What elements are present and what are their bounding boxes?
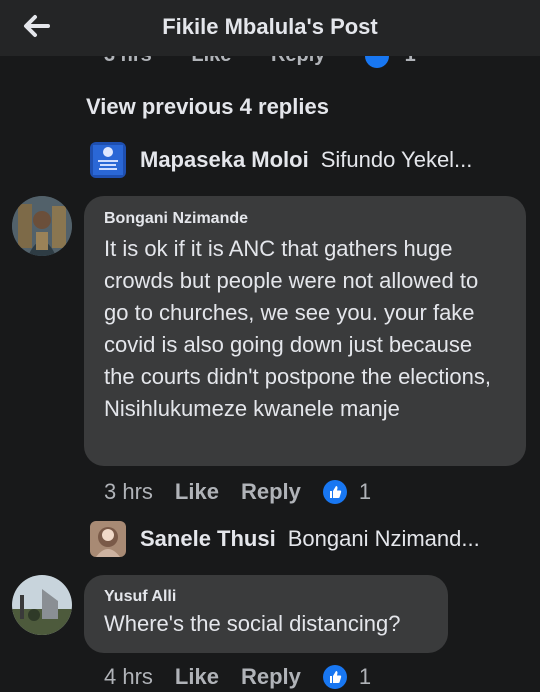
thumbs-up-icon (322, 665, 347, 689)
collapsed-reply[interactable]: Mapaseka Moloi Sifundo Yekel... (90, 140, 472, 180)
avatar[interactable] (12, 575, 72, 635)
comment-author[interactable]: Yusuf Alli (104, 588, 426, 606)
reply-preview: Sifundo Yekel... (320, 147, 473, 172)
reply-link[interactable]: Reply (241, 479, 301, 505)
reply-link[interactable]: Reply (241, 664, 301, 690)
comment-time: 3 hrs (104, 479, 153, 504)
comment-text: It is ok if it is ANC that gathers huge … (104, 236, 492, 421)
avatar (90, 142, 126, 178)
reaction-count: 1 (358, 664, 372, 689)
reply-author[interactable]: Sanele Thusi (140, 526, 276, 552)
thumbs-up-icon (322, 480, 347, 504)
collapsed-reply[interactable]: Sanele Thusi Bongani Nzimand... (90, 519, 480, 559)
reaction-count: 1 (358, 479, 372, 504)
reply-author[interactable]: Mapaseka Moloi (140, 147, 309, 173)
comment-bubble: Bongani Nzimande It is ok if it is ANC t… (84, 196, 526, 466)
avatar (90, 521, 126, 557)
comment-author[interactable]: Bongani Nzimande (104, 210, 504, 228)
comment-time: 4 hrs (104, 664, 153, 689)
comment-text: Where's the social distancing? (104, 611, 401, 636)
top-bar: Fikile Mbalula's Post (0, 0, 540, 56)
like-link[interactable]: Like (175, 664, 219, 690)
view-previous-replies-link[interactable]: View previous 4 replies (86, 94, 329, 120)
comment-actions: 4 hrs Like Reply 1 (104, 662, 371, 692)
avatar[interactable] (12, 196, 72, 256)
like-link[interactable]: Like (175, 479, 219, 505)
reply-preview: Bongani Nzimand... (287, 526, 480, 551)
page-title: Fikile Mbalula's Post (162, 14, 378, 39)
comment-bubble: Yusuf Alli Where's the social distancing… (84, 575, 448, 653)
comment-actions: 3 hrs Like Reply 1 (104, 477, 371, 507)
